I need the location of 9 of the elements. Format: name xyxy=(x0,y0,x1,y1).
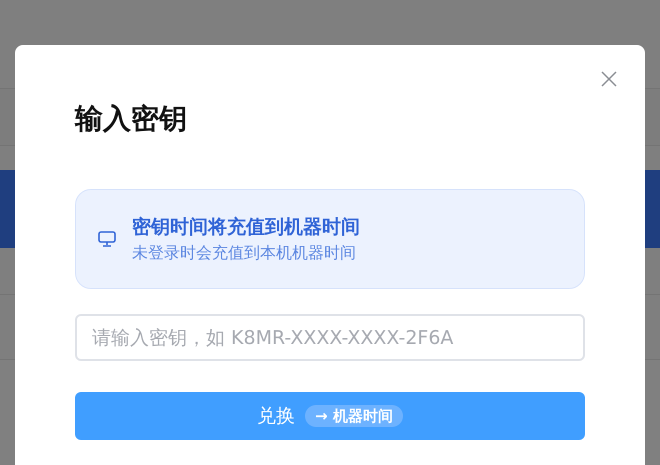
notice-title: 密钥时间将充值到机器时间 xyxy=(132,215,360,240)
redeem-button[interactable]: 兑换 → 机器时间 xyxy=(75,392,585,440)
target-tag: → 机器时间 xyxy=(305,405,403,427)
close-icon xyxy=(601,71,617,87)
key-input-field[interactable]: 请输入密钥，如 K8MR-XXXX-XXXX-2F6A xyxy=(75,314,585,361)
dialog-title: 输入密钥 xyxy=(75,101,188,137)
monitor-icon xyxy=(98,231,116,247)
close-button[interactable] xyxy=(599,69,619,89)
notice-text: 未登录时会充值到本机机器时间 xyxy=(132,242,357,264)
